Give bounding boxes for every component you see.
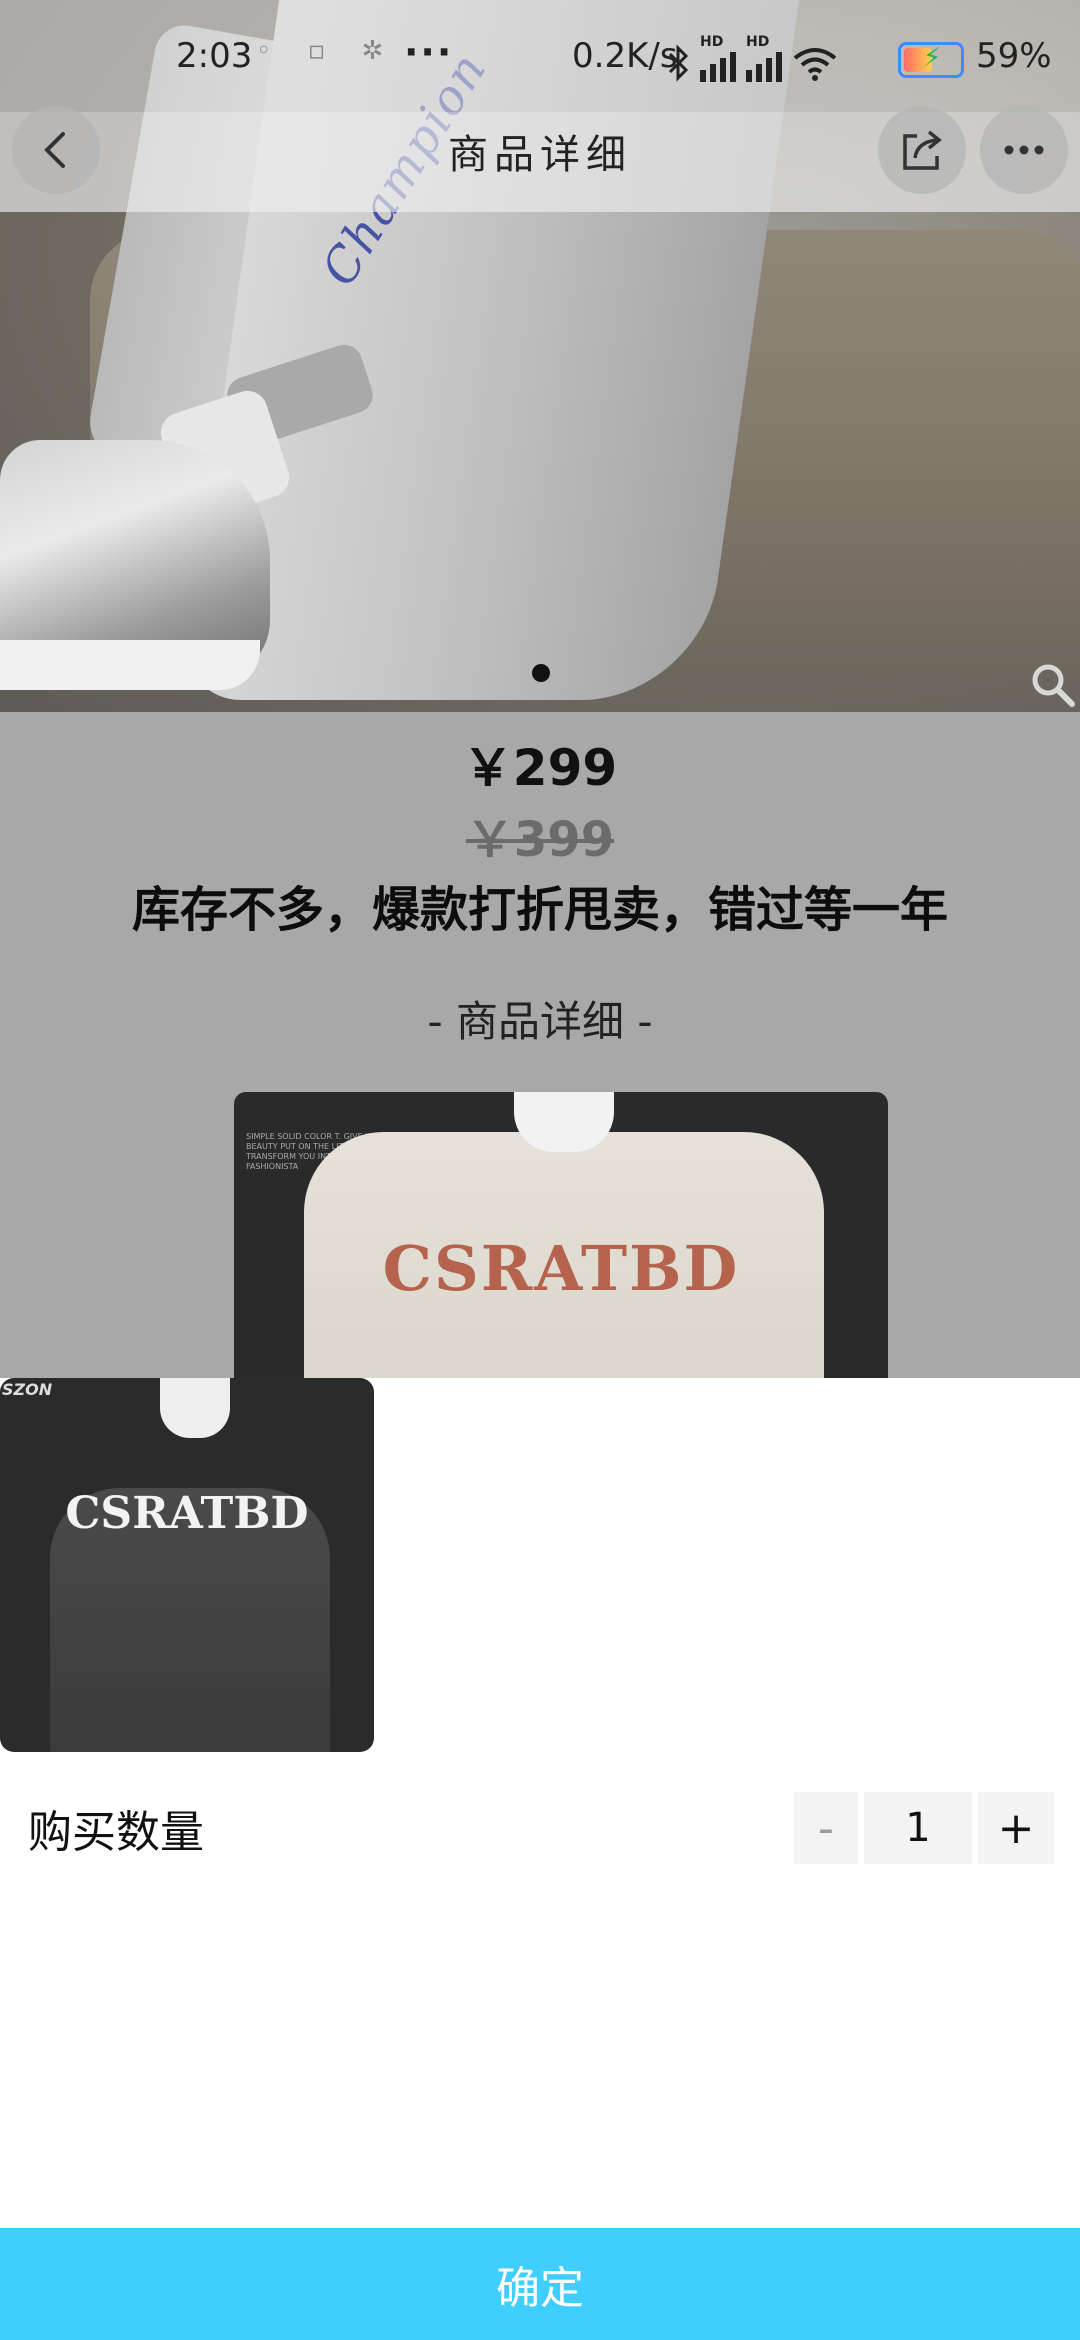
carousel-dot[interactable] [532,664,550,682]
increment-button[interactable]: + [978,1792,1054,1864]
signal-bars-icon [700,48,736,82]
signal-1: HD [700,34,736,82]
battery-icon: ⚡ [898,42,964,78]
signal-hd-label: HD [746,34,770,50]
current-price: ￥299 [462,739,618,797]
thumbnail-logo: SZON [2,1380,53,1399]
battery-percent: 59% [976,36,1052,76]
thumbnail-mask [160,1378,230,1438]
signal-hd-label: HD [700,34,724,50]
status-icons: HD HD [668,34,838,82]
notification-icons: ◦ ▫ ✲ [256,36,398,66]
product-thumbnail: SZON CSRATBD [0,1378,374,1752]
more-icon [1004,145,1044,155]
status-more-icon: ··· [404,30,454,74]
sneaker-sole [0,640,260,690]
network-speed: 0.2K/s [572,36,678,76]
tshirt-print: CSRATBD [382,1232,740,1305]
quantity-stepper: - 1 + [794,1792,1054,1864]
share-icon [903,130,942,170]
product-headline: 库存不多，爆款打折甩卖，错过等一年 [131,882,948,938]
thumbnail-print: CSRATBD [65,1488,309,1539]
status-time: 2:03 [176,36,253,76]
status-bar: 2:03 ◦ ▫ ✲ ··· 0.2K/s HD HD ⚡ 59% [0,0,1080,112]
quantity-label: 购买数量 [28,1807,204,1858]
signal-2: HD [746,34,782,82]
decrement-button[interactable]: - [794,1792,858,1864]
original-price: ￥399 [465,812,615,868]
zoom-icon[interactable] [1028,660,1076,708]
more-button[interactable] [980,106,1068,194]
detail-image: SIMPLE SOLID COLOR T. GIVE YOU A SIMPLE … [234,1092,888,1378]
quantity-value[interactable]: 1 [864,1792,972,1864]
signal-bars-icon [746,48,782,82]
share-button[interactable] [878,106,966,194]
charging-bolt-icon: ⚡ [923,43,942,73]
wifi-icon [793,48,837,81]
section-title: - 商品详细 - [427,997,653,1046]
model-mask [514,1092,614,1152]
bluetooth-icon [668,44,689,82]
confirm-button[interactable]: 确定 [0,2228,1080,2340]
